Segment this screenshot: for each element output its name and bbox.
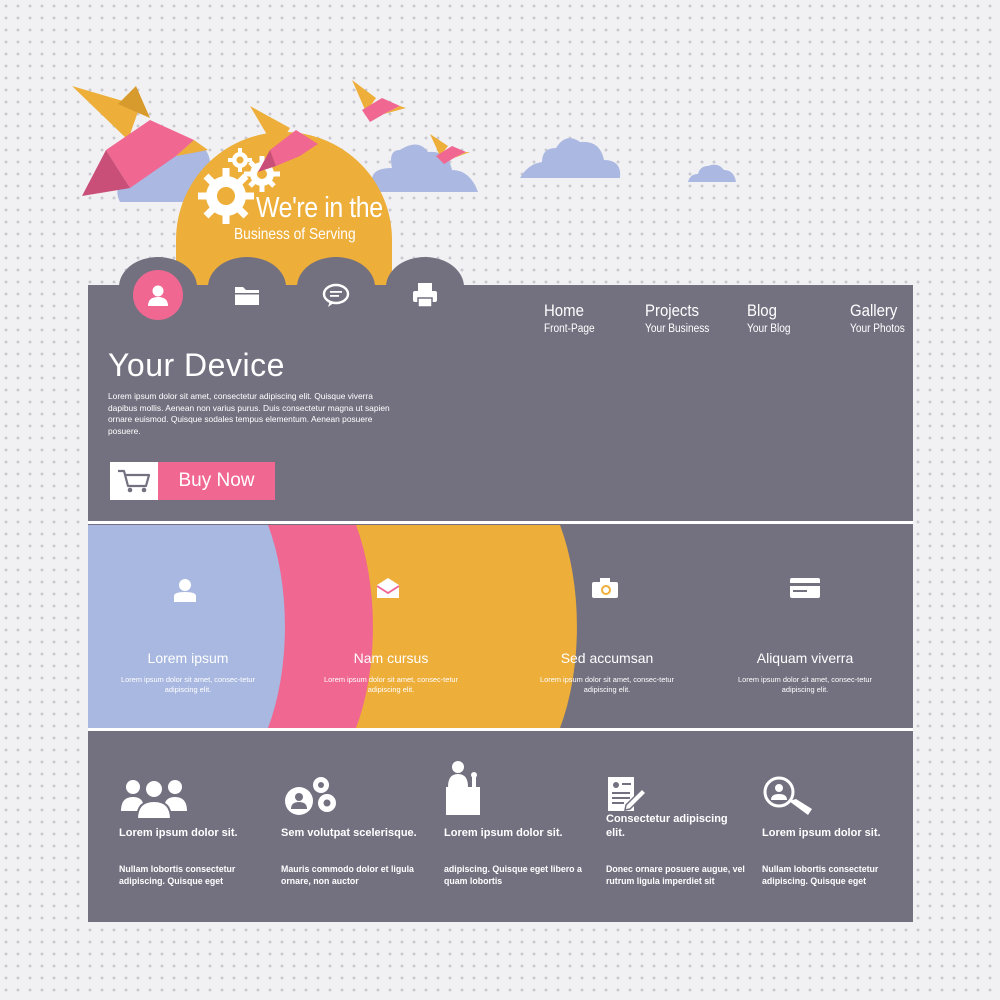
group-icon (121, 779, 187, 820)
feature-title: Sed accumsan (560, 650, 654, 666)
nav-title: Blog (747, 301, 777, 320)
features-band: Lorem ipsum Lorem ipsum dolor sit amet, … (88, 525, 913, 728)
nav-item-home[interactable]: Home Front-Page (544, 301, 602, 335)
feature-card[interactable]: Lorem ipsum Lorem ipsum dolor sit amet, … (88, 525, 288, 728)
divider (88, 728, 913, 731)
feature-title: Aliquam viverra (756, 650, 854, 666)
feature-text: Lorem ipsum dolor sit amet, consec-tetur… (121, 675, 255, 694)
nav-subtitle: Your Business (645, 323, 710, 335)
nav-item-blog[interactable]: Blog Your Blog (747, 301, 796, 335)
tab-user[interactable] (133, 270, 183, 320)
divider (88, 521, 913, 524)
service-title: Lorem ipsum dolor sit. (444, 827, 563, 839)
document-pen-icon (608, 777, 646, 811)
chat-bubble-icon (322, 283, 350, 307)
hero-title: Your Device (108, 347, 285, 383)
buy-now-label[interactable]: Buy Now (158, 462, 275, 500)
nav-item-gallery[interactable]: Gallery Your Photos (850, 301, 912, 335)
feature-text: Lorem ipsum dolor sit amet, consec-tetur… (324, 675, 458, 694)
nav-title: Home (544, 301, 584, 320)
user-icon (172, 577, 204, 609)
nav-subtitle: Your Photos (850, 323, 905, 335)
service-text: adipiscing. Quisque eget libero a quam l… (444, 864, 582, 886)
feature-card[interactable]: Sed accumsan Lorem ipsum dolor sit amet,… (507, 525, 707, 728)
nav-subtitle: Your Blog (747, 323, 791, 335)
feature-text: Lorem ipsum dolor sit amet, consec-tetur… (738, 675, 872, 694)
tab-folder[interactable] (222, 270, 272, 320)
cart-icon-box[interactable] (110, 462, 158, 500)
service-text: Nullam lobortis consectetur adipiscing. … (762, 864, 879, 886)
service-text: Mauris commodo dolor et ligula ornare, n… (281, 864, 414, 886)
user-icon (148, 285, 168, 306)
feature-card[interactable]: Aliquam viverra Lorem ipsum dolor sit am… (705, 525, 905, 728)
nav-subtitle: Front-Page (544, 323, 595, 335)
tab-chat[interactable] (311, 270, 361, 320)
hero-description: Lorem ipsum dolor sit amet, consectetur … (108, 391, 390, 436)
feature-title: Lorem ipsum (147, 650, 229, 666)
service-title: Lorem ipsum dolor sit. (762, 827, 881, 839)
tagline-subheading: Business of Serving (234, 226, 356, 243)
buy-now-button[interactable]: Buy Now (110, 462, 275, 500)
nav-title: Projects (645, 301, 700, 320)
speaker-podium-icon (446, 761, 480, 815)
envelope-icon (375, 577, 407, 609)
service-title: Lorem ipsum dolor sit. (119, 827, 238, 839)
cloud-icon (688, 164, 736, 182)
user-gears-icon (285, 777, 336, 815)
folder-icon (235, 287, 259, 305)
nav-item-projects[interactable]: Projects Your Business (645, 301, 718, 335)
origami-bird-icon (352, 80, 406, 122)
cart-icon (118, 469, 151, 493)
feature-text: Lorem ipsum dolor sit amet, consec-tetur… (540, 675, 674, 694)
service-title: Consectetur adipiscing elit. (606, 813, 728, 839)
feature-title: Nam cursus (353, 650, 429, 666)
printer-icon (413, 283, 437, 308)
service-title: Sem volutpat scelerisque. (281, 827, 417, 839)
feature-card[interactable]: Nam cursus Lorem ipsum dolor sit amet, c… (291, 525, 491, 728)
main-panel: Home Front-Page Projects Your Business B… (88, 257, 913, 922)
credit-card-icon (789, 577, 821, 609)
tab-print[interactable] (400, 270, 450, 320)
service-text: Nullam lobortis consectetur adipiscing. … (119, 864, 236, 886)
service-text: Donec ornare posuere augue, vel rutrum l… (606, 864, 745, 886)
header-illustration (38, 80, 736, 285)
user-search-icon (763, 776, 812, 815)
camera-icon (591, 577, 623, 609)
cloud-icon (520, 138, 621, 178)
nav-title: Gallery (850, 301, 898, 320)
tagline-heading: We're in the (256, 192, 383, 224)
